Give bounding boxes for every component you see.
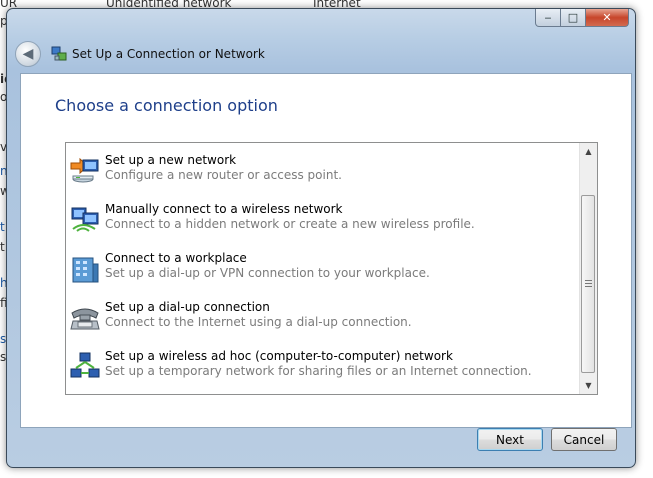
- scroll-up-arrow-icon[interactable]: ▲: [580, 143, 597, 160]
- option-workplace[interactable]: Connect to a workplace Set up a dial-up …: [66, 249, 581, 295]
- next-button[interactable]: Next: [477, 428, 543, 451]
- scroll-thumb[interactable]: [581, 195, 595, 373]
- option-dialup[interactable]: Set up a dial-up connection Connect to t…: [66, 298, 581, 344]
- grip-line: [585, 283, 592, 284]
- wizard-header: ◀ Set Up a Connection or Network: [15, 39, 615, 69]
- router-setup-icon: [70, 157, 99, 183]
- option-description: Connect to a hidden network or create a …: [105, 217, 475, 231]
- cancel-button[interactable]: Cancel: [551, 428, 617, 451]
- connection-wizard-window: ‒ □ ✕ ◀ Set Up a Connection or Network C…: [6, 8, 636, 468]
- adhoc-network-icon: [70, 352, 100, 378]
- bg-fragment: t: [0, 220, 5, 234]
- option-description: Configure a new router or access point.: [105, 168, 342, 182]
- grip-line: [585, 286, 592, 287]
- grip-line: [585, 280, 592, 281]
- option-title: Set up a wireless ad hoc (computer-to-co…: [105, 349, 453, 363]
- options-scrollbar[interactable]: ▲ ▼: [579, 143, 597, 394]
- page-heading: Choose a connection option: [55, 96, 278, 115]
- dialup-phone-icon: [70, 308, 100, 330]
- minimize-button[interactable]: ‒: [535, 9, 561, 27]
- option-title: Set up a dial-up connection: [105, 300, 270, 314]
- option-title: Manually connect to a wireless network: [105, 202, 343, 216]
- option-adhoc[interactable]: Set up a wireless ad hoc (computer-to-co…: [66, 347, 581, 393]
- back-arrow-icon: ◀: [22, 46, 34, 62]
- network-center-icon: [51, 46, 67, 61]
- connection-options-list: Set up a new network Configure a new rou…: [65, 142, 598, 395]
- window-title: Set Up a Connection or Network: [72, 47, 265, 61]
- caption-buttons: ‒ □ ✕: [535, 9, 629, 27]
- option-description: Set up a temporary network for sharing f…: [105, 364, 532, 378]
- maximize-button[interactable]: □: [561, 9, 586, 27]
- option-title: Connect to a workplace: [105, 251, 247, 265]
- close-button[interactable]: ✕: [586, 9, 629, 27]
- bg-fragment: t: [0, 240, 5, 254]
- option-title: Set up a new network: [105, 153, 237, 167]
- workplace-building-icon: [72, 257, 99, 283]
- back-button[interactable]: ◀: [15, 41, 41, 67]
- option-description: Set up a dial-up or VPN connection to yo…: [105, 266, 430, 280]
- scroll-down-arrow-icon[interactable]: ▼: [580, 377, 597, 394]
- content-area: Choose a connection option Set up a new …: [20, 73, 632, 428]
- option-description: Connect to the Internet using a dial-up …: [105, 315, 412, 329]
- wireless-network-icon: [71, 207, 99, 232]
- option-manual-wireless[interactable]: Manually connect to a wireless network C…: [66, 200, 581, 246]
- option-new-network[interactable]: Set up a new network Configure a new rou…: [66, 151, 581, 197]
